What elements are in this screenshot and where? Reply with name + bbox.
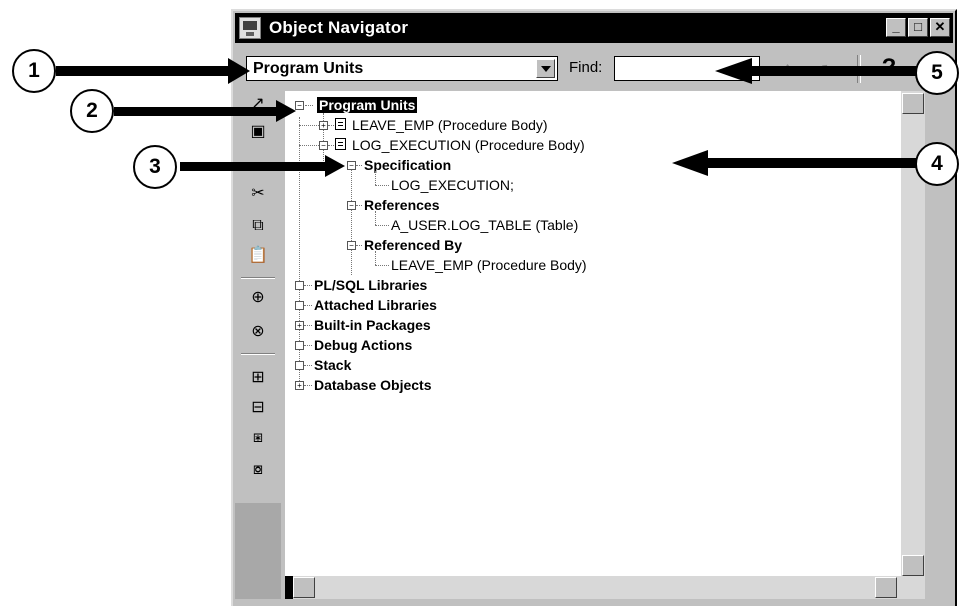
callout-3: 3	[133, 145, 177, 189]
callout-4: 4	[915, 142, 959, 186]
callout-2: 2	[70, 89, 114, 133]
callout-1: 1	[12, 49, 56, 93]
callout-arrows	[56, 58, 917, 177]
callout-5: 5	[915, 51, 959, 95]
